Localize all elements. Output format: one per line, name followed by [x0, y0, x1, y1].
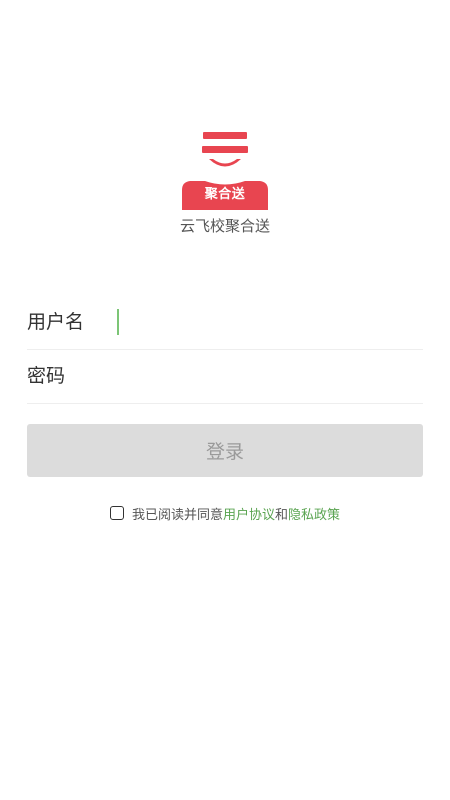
agreement-prefix: 我已阅读并同意 — [131, 507, 223, 523]
agreement-checkbox[interactable] — [109, 506, 124, 520]
agreement-joiner: 和 — [275, 507, 289, 523]
app-name: 云飞校聚合送 — [179, 217, 270, 235]
privacy-policy-link[interactable]: 隐私政策 — [288, 504, 340, 523]
username-label: 用户名 — [27, 311, 85, 333]
password-row: 密码 — [27, 349, 423, 404]
username-input[interactable] — [119, 307, 419, 337]
user-agreement-link[interactable]: 用户协议 — [223, 504, 275, 523]
login-screen: 聚合送 云飞校聚合送 用户名 密码 登录 我已阅读并同意 用户协议 和 隐私政策 — [0, 0, 450, 800]
username-row: 用户名 — [27, 295, 423, 350]
login-button[interactable]: 登录 — [27, 424, 423, 477]
logo-text: 聚合送 — [204, 187, 246, 202]
app-logo: 聚合送 — [180, 130, 270, 210]
password-label: 密码 — [27, 365, 66, 387]
agreement-row: 我已阅读并同意 用户协议 和 隐私政策 — [0, 502, 450, 524]
password-input[interactable] — [119, 361, 419, 391]
